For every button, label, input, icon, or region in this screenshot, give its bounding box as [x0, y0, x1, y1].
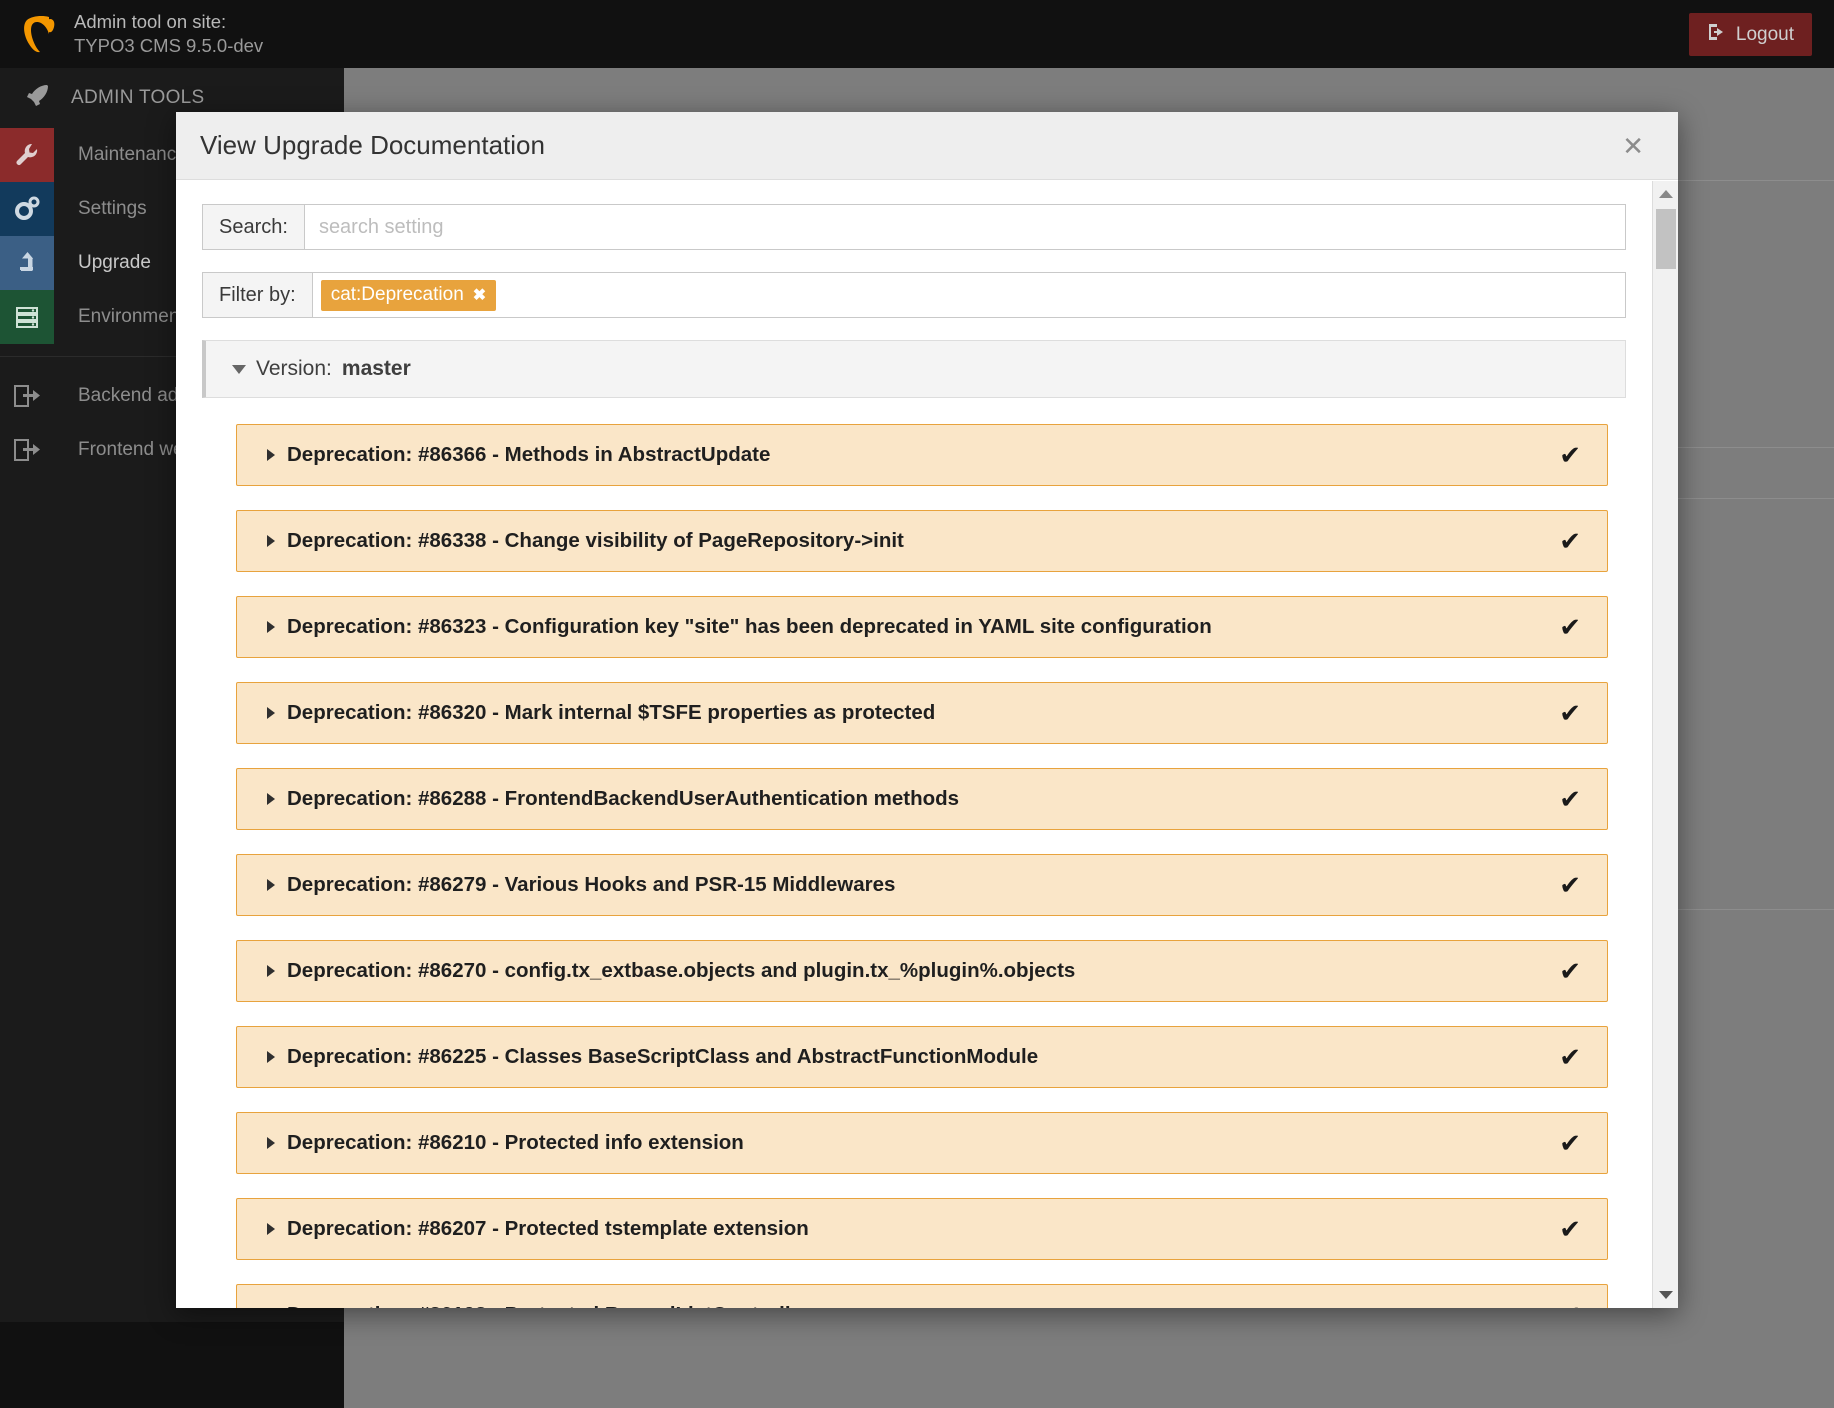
- documentation-item-title: Deprecation: #86279 - Various Hooks and …: [287, 873, 896, 896]
- documentation-item[interactable]: Deprecation: #86198 - Protected RecordLi…: [236, 1284, 1608, 1308]
- documentation-item-title: Deprecation: #86270 - config.tx_extbase.…: [287, 959, 1076, 982]
- rocket-icon: [25, 82, 51, 114]
- check-icon[interactable]: ✔: [1559, 1216, 1581, 1242]
- modal-header: View Upgrade Documentation ✕: [176, 112, 1678, 180]
- check-icon[interactable]: ✔: [1559, 1130, 1581, 1156]
- logout-button[interactable]: Logout: [1688, 13, 1812, 56]
- documentation-item[interactable]: Deprecation: #86366 - Methods in Abstrac…: [236, 424, 1608, 486]
- documentation-item-title: Deprecation: #86366 - Methods in Abstrac…: [287, 443, 771, 466]
- documentation-item-title: Deprecation: #86207 - Protected tstempla…: [287, 1217, 809, 1240]
- documentation-item-title: Deprecation: #86320 - Mark internal $TSF…: [287, 701, 936, 724]
- check-icon[interactable]: ✔: [1559, 614, 1581, 640]
- gears-icon: [0, 182, 54, 236]
- upgrade-arrow-icon: [0, 236, 54, 290]
- chevron-right-icon: [267, 1051, 275, 1063]
- chevron-right-icon: [267, 1137, 275, 1149]
- chevron-right-icon: [267, 1223, 275, 1235]
- chevron-right-icon: [267, 621, 275, 633]
- check-icon[interactable]: ✔: [1559, 958, 1581, 984]
- scrollbar-thumb[interactable]: [1656, 209, 1676, 269]
- view-upgrade-documentation-modal: View Upgrade Documentation ✕ Search: Fil…: [176, 112, 1678, 1308]
- logout-icon: [1707, 22, 1727, 48]
- check-icon[interactable]: ✔: [1559, 1044, 1581, 1070]
- sidebar-title-label: ADMIN TOOLS: [71, 87, 205, 108]
- chevron-right-icon: [267, 793, 275, 805]
- wrench-icon: [0, 128, 54, 182]
- version-value: master: [341, 357, 411, 380]
- documentation-item[interactable]: Deprecation: #86279 - Various Hooks and …: [236, 854, 1608, 916]
- exit-to-frontend-icon: [0, 423, 54, 477]
- chevron-right-icon: [267, 879, 275, 891]
- documentation-item[interactable]: Deprecation: #86207 - Protected tstempla…: [236, 1198, 1608, 1260]
- sidebar-item-label: Maintenance: [78, 144, 187, 165]
- filter-group: Filter by: cat:Deprecation ✖: [202, 272, 1626, 318]
- filter-label: Filter by:: [202, 272, 312, 318]
- logout-label: Logout: [1735, 23, 1794, 45]
- check-icon[interactable]: ✔: [1559, 700, 1581, 726]
- sidebar-item-label: Environment: [78, 306, 185, 327]
- chevron-right-icon: [267, 449, 275, 461]
- modal-body: Search: Filter by: cat:Deprecation ✖ Ver…: [176, 180, 1678, 1308]
- exit-to-backend-icon: [0, 369, 54, 423]
- documentation-item-title: Deprecation: #86338 - Change visibility …: [287, 529, 904, 552]
- scroll-up-arrow-icon[interactable]: [1653, 181, 1679, 207]
- brand-line-2: TYPO3 CMS 9.5.0-dev: [74, 35, 264, 56]
- documentation-item[interactable]: Deprecation: #86288 - FrontendBackendUse…: [236, 768, 1608, 830]
- brand-text: Admin tool on site: TYPO3 CMS 9.5.0-dev: [74, 10, 263, 57]
- check-icon[interactable]: ✔: [1559, 786, 1581, 812]
- chevron-right-icon: [267, 965, 275, 977]
- check-icon[interactable]: ✔: [1559, 1302, 1581, 1308]
- version-group-header[interactable]: Version: master: [202, 340, 1626, 398]
- check-icon[interactable]: ✔: [1559, 442, 1581, 468]
- documentation-item[interactable]: Deprecation: #86338 - Change visibility …: [236, 510, 1608, 572]
- documentation-item-title: Deprecation: #86198 - Protected RecordLi…: [287, 1303, 810, 1308]
- chevron-right-icon: [267, 707, 275, 719]
- documentation-item[interactable]: Deprecation: #86210 - Protected info ext…: [236, 1112, 1608, 1174]
- scroll-down-arrow-icon[interactable]: [1653, 1282, 1679, 1308]
- top-bar: Admin tool on site: TYPO3 CMS 9.5.0-dev …: [0, 0, 1834, 68]
- documentation-item-title: Deprecation: #86323 - Configuration key …: [287, 615, 1212, 638]
- chevron-down-icon: [232, 364, 246, 374]
- documentation-item-title: Deprecation: #86210 - Protected info ext…: [287, 1131, 744, 1154]
- search-label: Search:: [202, 204, 304, 250]
- documentation-item[interactable]: Deprecation: #86225 - Classes BaseScript…: [236, 1026, 1608, 1088]
- documentation-item[interactable]: Deprecation: #86320 - Mark internal $TSF…: [236, 682, 1608, 744]
- sidebar-footer-area: [0, 1322, 344, 1408]
- check-icon[interactable]: ✔: [1559, 872, 1581, 898]
- search-input[interactable]: [303, 204, 1626, 250]
- documentation-item[interactable]: Deprecation: #86270 - config.tx_extbase.…: [236, 940, 1608, 1002]
- documentation-item-title: Deprecation: #86225 - Classes BaseScript…: [287, 1045, 1039, 1068]
- sidebar-item-label: Upgrade: [78, 252, 151, 273]
- brand: Admin tool on site: TYPO3 CMS 9.5.0-dev: [0, 10, 263, 57]
- search-group: Search:: [202, 204, 1626, 250]
- modal-scrollbar[interactable]: [1652, 181, 1678, 1308]
- modal-title: View Upgrade Documentation: [200, 130, 545, 160]
- page-bottom-area: [344, 1322, 1834, 1408]
- close-icon[interactable]: ✕: [1616, 132, 1650, 160]
- version-label: Version:: [256, 357, 332, 380]
- tag-remove-icon[interactable]: ✖: [473, 285, 486, 305]
- documentation-item[interactable]: Deprecation: #86323 - Configuration key …: [236, 596, 1608, 658]
- typo3-logo-icon: [22, 14, 56, 54]
- documentation-item-title: Deprecation: #86288 - FrontendBackendUse…: [287, 787, 960, 810]
- brand-line-1: Admin tool on site:: [74, 11, 227, 33]
- chevron-right-icon: [267, 535, 275, 547]
- filter-tag-label: cat:Deprecation: [330, 283, 464, 305]
- check-icon[interactable]: ✔: [1559, 528, 1581, 554]
- filter-tag[interactable]: cat:Deprecation ✖: [320, 279, 497, 311]
- documentation-list: Deprecation: #86366 - Methods in Abstrac…: [202, 398, 1652, 1308]
- server-icon: [0, 290, 54, 344]
- filter-tag-field[interactable]: cat:Deprecation ✖: [311, 272, 1626, 318]
- sidebar-item-label: Settings: [78, 198, 147, 219]
